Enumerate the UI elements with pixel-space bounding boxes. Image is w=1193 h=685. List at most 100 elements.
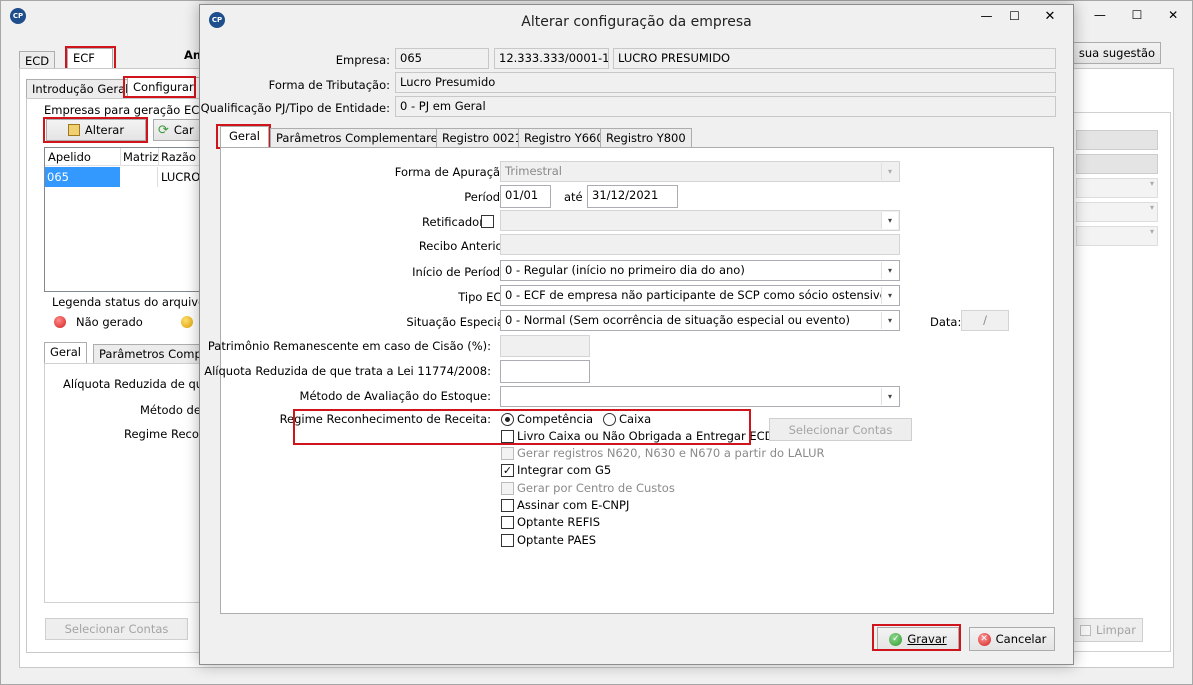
refresh-icon: ⟳ (158, 122, 169, 138)
paes-label: Optante PAES (517, 533, 597, 547)
company-table: Apelido Matriz Razão 065 LUCRO (44, 147, 202, 292)
col-apelido[interactable]: Apelido (48, 150, 91, 164)
gerar-centro-checkbox[interactable] (501, 482, 514, 495)
inicio-label: Início de Período: (412, 265, 511, 279)
chevron-down-icon: ▾ (881, 262, 898, 279)
tab-geral[interactable]: Geral (220, 126, 269, 148)
suggestion-button[interactable]: sua sugestão (1073, 42, 1161, 64)
legend-item: Não gerado (76, 315, 143, 329)
tab-registro-y800[interactable]: Registro Y800 (600, 128, 692, 148)
qualificacao-label: Qualificação PJ/Tipo de Entidade: (200, 101, 390, 115)
edit-icon (67, 124, 80, 136)
empresa-label: Empresa: (335, 53, 390, 67)
metodo-label: Método de Avaliação do Estoque: (299, 389, 491, 403)
livro-caixa-label: Livro Caixa ou Não Obrigada a Entregar E… (517, 429, 774, 443)
refis-checkbox[interactable] (501, 516, 514, 529)
regime-label: Regime Reconhecimento de Receita: (279, 412, 491, 426)
app-logo-icon: CP (10, 8, 26, 24)
aliquota-field[interactable] (500, 360, 590, 383)
assinar-label: Assinar com E-CNPJ (517, 498, 630, 512)
status-not-generated-icon (54, 316, 66, 328)
livro-caixa-checkbox[interactable] (501, 430, 514, 443)
periodo-start-field[interactable]: 01/01 (500, 185, 551, 208)
tributacao-label: Forma de Tributação: (268, 78, 390, 92)
col-matriz[interactable]: Matriz (123, 150, 158, 164)
paes-checkbox[interactable] (501, 534, 514, 547)
legend-title: Legenda status do arquivo (52, 295, 206, 309)
situacao-label: Situação Especial: (406, 315, 511, 329)
tab-lower-geral[interactable]: Geral (44, 342, 87, 364)
close-icon[interactable]: ✕ (1168, 8, 1178, 22)
lower-label-aliquota: Alíquota Reduzida de que (63, 377, 211, 391)
integrar-g5-checkbox[interactable]: ✓ (501, 464, 514, 477)
tab-introducao-geral[interactable]: Introdução Geral (26, 79, 135, 99)
carregar-button[interactable]: ⟳ Car (153, 119, 203, 141)
tab-registro-0021[interactable]: Registro 0021 (436, 128, 528, 148)
ate-label: até (564, 190, 583, 204)
apuracao-label: Forma de Apuração: (394, 165, 511, 179)
dialog-title: Alterar configuração da empresa (521, 14, 752, 30)
cancelar-button[interactable]: ✕ Cancelar (969, 627, 1055, 651)
aliquota-label: Alíquota Reduzida de que trata a Lei 117… (204, 364, 491, 378)
right-panel: ▾ ▾ ▾ (1073, 112, 1171, 652)
lower-label-regime: Regime Recon (124, 427, 207, 441)
gerar-centro-label: Gerar por Centro de Custos (517, 481, 675, 495)
empresa-code-field: 065 (395, 48, 489, 69)
situacao-select[interactable]: 0 - Normal (Sem ocorrência de situação e… (500, 310, 900, 331)
empresa-name-field: LUCRO PRESUMIDO (613, 48, 1056, 69)
competencia-radio[interactable] (501, 413, 514, 426)
patrimonio-field[interactable] (500, 335, 590, 357)
maximize-icon[interactable]: ☐ (1132, 8, 1143, 22)
check-circle-icon: ✓ (889, 632, 903, 646)
tab-registro-y660[interactable]: Registro Y660 (518, 128, 610, 148)
retificadora-checkbox[interactable] (481, 215, 494, 228)
gravar-button[interactable]: ✓ Gravar (877, 627, 959, 651)
geral-panel: Forma de Apuração: Trimestral ▾ Período:… (204, 147, 1054, 614)
limpar-button[interactable]: Limpar (1073, 618, 1143, 642)
minimize-icon[interactable]: — (1094, 8, 1106, 22)
caixa-radio[interactable] (603, 413, 616, 426)
apuracao-select[interactable]: Trimestral ▾ (500, 161, 900, 182)
inicio-select[interactable]: 0 - Regular (início no primeiro dia do a… (500, 260, 900, 281)
data-field[interactable]: / (961, 310, 1009, 331)
gerar-registros-label: Gerar registros N620, N630 e N670 a part… (517, 446, 825, 460)
bg-window-controls: — ☐ ✕ (1081, 5, 1191, 25)
status-pending-icon (181, 316, 193, 328)
integrar-g5-label: Integrar com G5 (517, 463, 612, 477)
alterar-button[interactable]: Alterar (46, 119, 146, 141)
tributacao-field: Lucro Presumido (395, 72, 1056, 93)
metodo-select[interactable]: ▾ (500, 386, 900, 407)
group-title: Empresas para geração ECF (1 (44, 103, 222, 117)
tab-parametros-complementares[interactable]: Parâmetros Complementares (270, 128, 450, 148)
chevron-down-icon: ▾ (881, 388, 898, 405)
tab-configurar[interactable]: Configurar (127, 77, 200, 99)
tab-ecf[interactable]: ECF (67, 48, 113, 70)
tab-lower-parametros[interactable]: Parâmetros Compl (93, 344, 211, 364)
periodo-end-field[interactable]: 31/12/2021 (587, 185, 678, 208)
retificadora-select[interactable]: ▾ (500, 210, 900, 231)
tipo-select[interactable]: 0 - ECF de empresa não participante de S… (500, 285, 900, 306)
bg-select-accounts-button[interactable]: Selecionar Contas (45, 618, 188, 640)
chevron-down-icon: ▾ (881, 212, 898, 229)
gerar-registros-checkbox[interactable] (501, 447, 514, 460)
qualificacao-field: 0 - PJ em Geral (395, 96, 1056, 117)
empresa-cnpj-field: 12.333.333/0001-11 (494, 48, 609, 69)
cancel-icon: ✕ (977, 632, 991, 646)
dialog-titlebar: CP Alterar configuração da empresa — ☐ ✕ (200, 5, 1073, 39)
competencia-label: Competência (517, 412, 594, 426)
recibo-field[interactable] (500, 234, 900, 255)
dialog-maximize-icon[interactable]: ☐ (1001, 9, 1028, 29)
chevron-down-icon: ▾ (881, 312, 898, 329)
caixa-label: Caixa (619, 412, 652, 426)
dialog-minimize-icon[interactable]: — (973, 9, 1000, 29)
lower-label-metodo: Método de (140, 403, 201, 417)
chevron-down-icon: ▾ (881, 163, 898, 180)
patrimonio-label: Patrimônio Remanescente em caso de Cisão… (207, 339, 491, 353)
table-row[interactable]: 065 LUCRO (45, 167, 201, 187)
dialog-close-icon[interactable]: ✕ (1030, 9, 1070, 29)
data-label: Data: (930, 315, 962, 329)
assinar-checkbox[interactable] (501, 499, 514, 512)
selecionar-contas-button[interactable]: Selecionar Contas (769, 418, 912, 441)
config-dialog: CP Alterar configuração da empresa — ☐ ✕… (199, 4, 1074, 665)
col-razao[interactable]: Razão (161, 150, 196, 164)
